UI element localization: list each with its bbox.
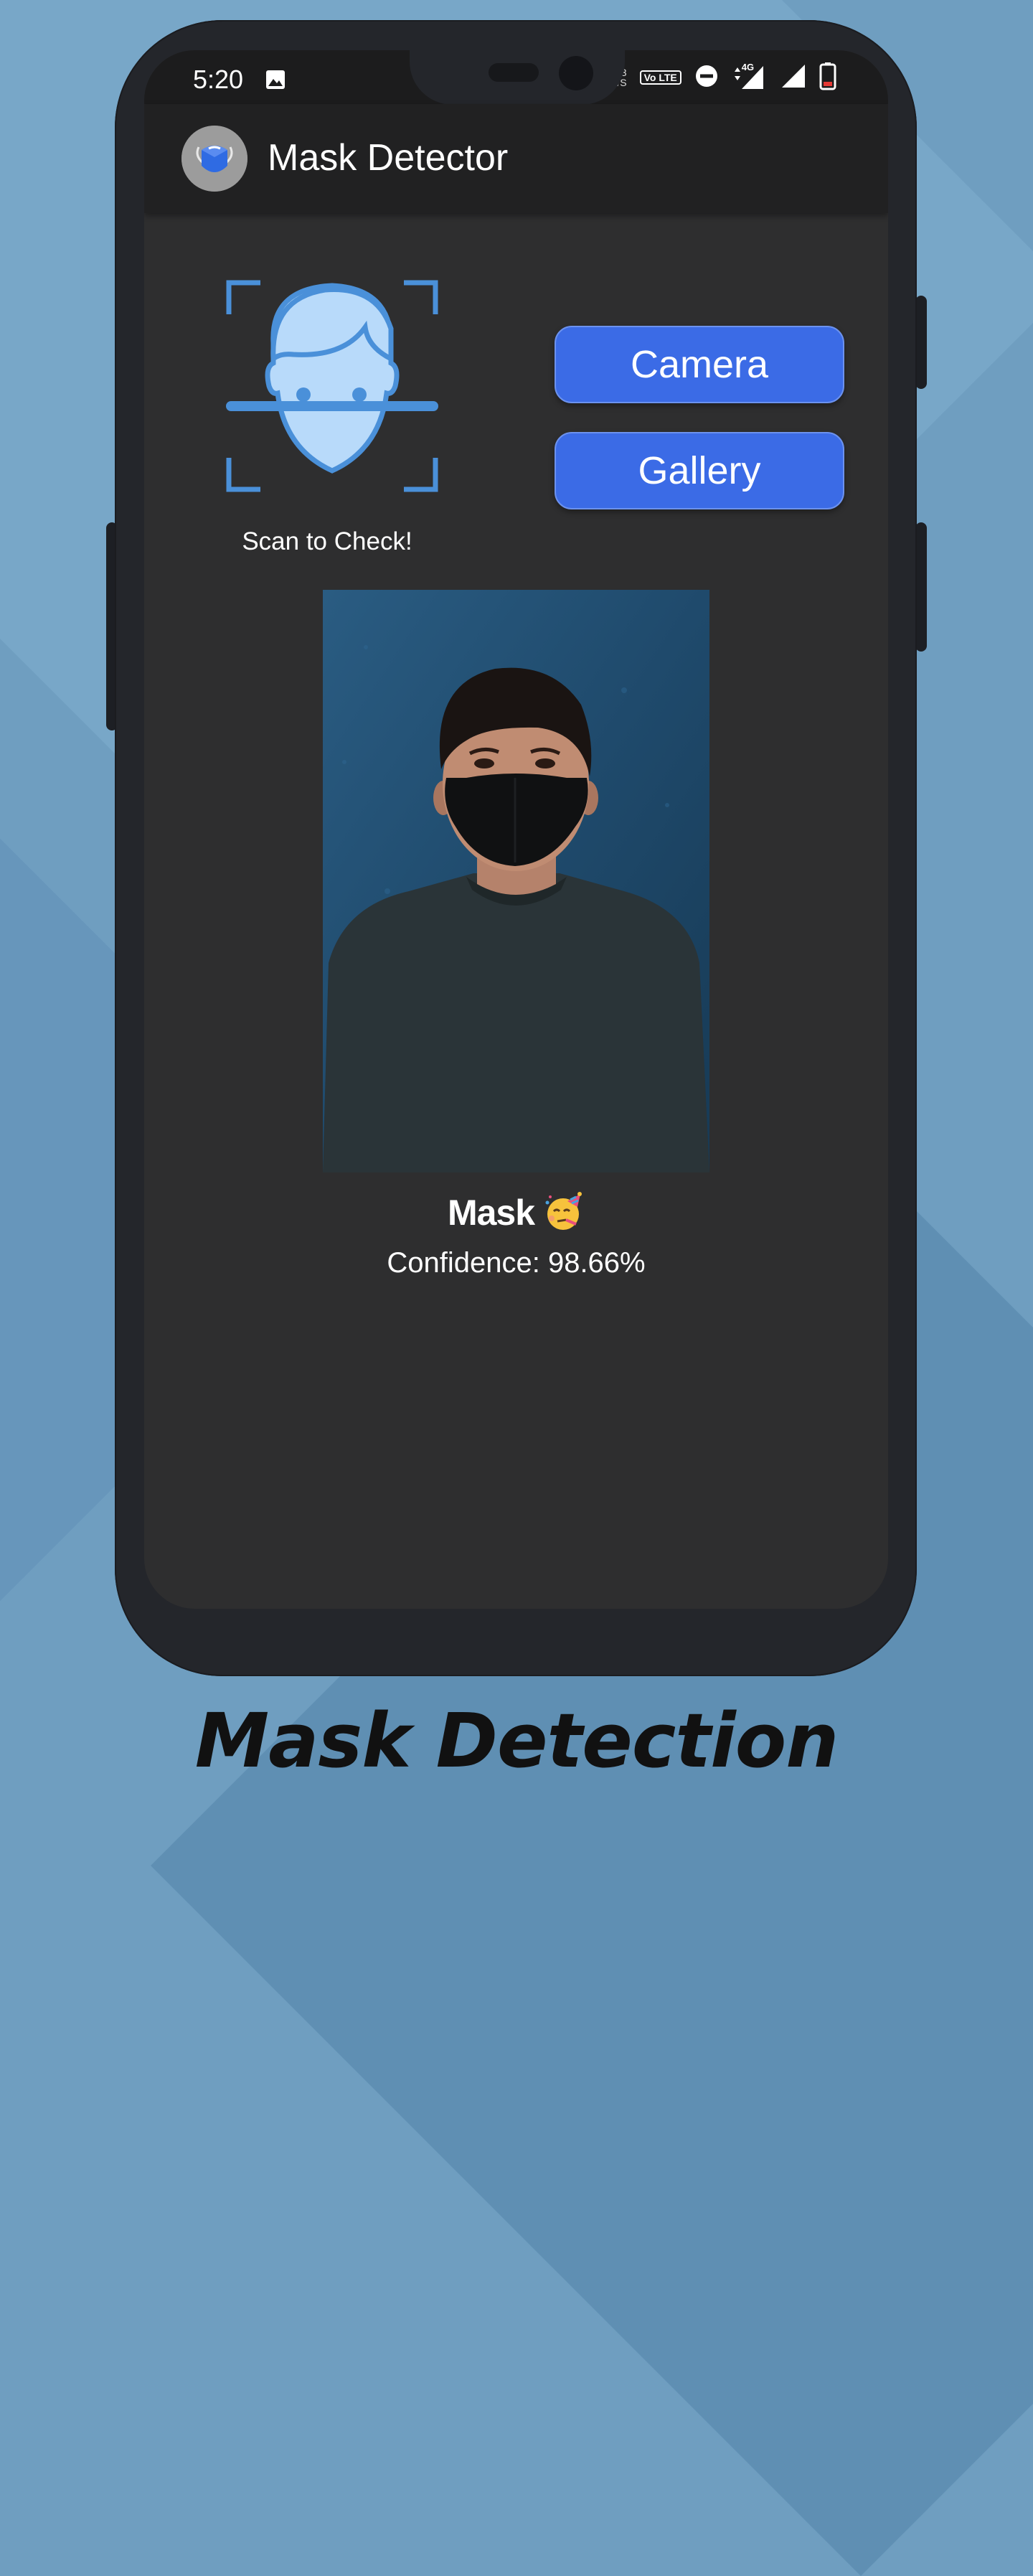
signal-4g-icon: 4G: [732, 62, 768, 92]
scan-label: Scan to Check!: [242, 527, 412, 555]
result-label: Mask: [144, 1191, 888, 1240]
phone-power-button: [915, 296, 927, 389]
status-time: 5:20: [193, 65, 244, 94]
phone-side-button: [915, 522, 927, 652]
image-icon: [265, 69, 286, 94]
promo-caption: Mask Detection: [194, 1697, 839, 1785]
status-icons: 13 B/S Vo LTE 4G: [610, 62, 836, 94]
do-not-disturb-icon: [694, 64, 719, 92]
phone-screen: 5:20 13 B/S Vo LTE 4G: [144, 50, 888, 1609]
status-bar: 5:20 13 B/S Vo LTE 4G: [144, 50, 888, 105]
front-camera: [559, 56, 593, 90]
confidence-text: Confidence: 98.66%: [387, 1247, 646, 1279]
signal-icon: [780, 63, 806, 93]
face-scan-icon: [225, 278, 440, 497]
battery-icon: [819, 62, 836, 94]
app-bar: Mask Detector: [144, 104, 888, 213]
gallery-button[interactable]: Gallery: [555, 432, 844, 509]
party-face-icon: [544, 1191, 585, 1240]
face-mask-icon: [181, 126, 247, 192]
earpiece: [489, 63, 539, 82]
volte-icon: Vo LTE: [639, 70, 681, 85]
camera-button[interactable]: Camera: [555, 326, 844, 403]
result-text: Mask: [447, 1193, 535, 1233]
app-title: Mask Detector: [268, 137, 509, 179]
selected-photo: [323, 590, 709, 1172]
